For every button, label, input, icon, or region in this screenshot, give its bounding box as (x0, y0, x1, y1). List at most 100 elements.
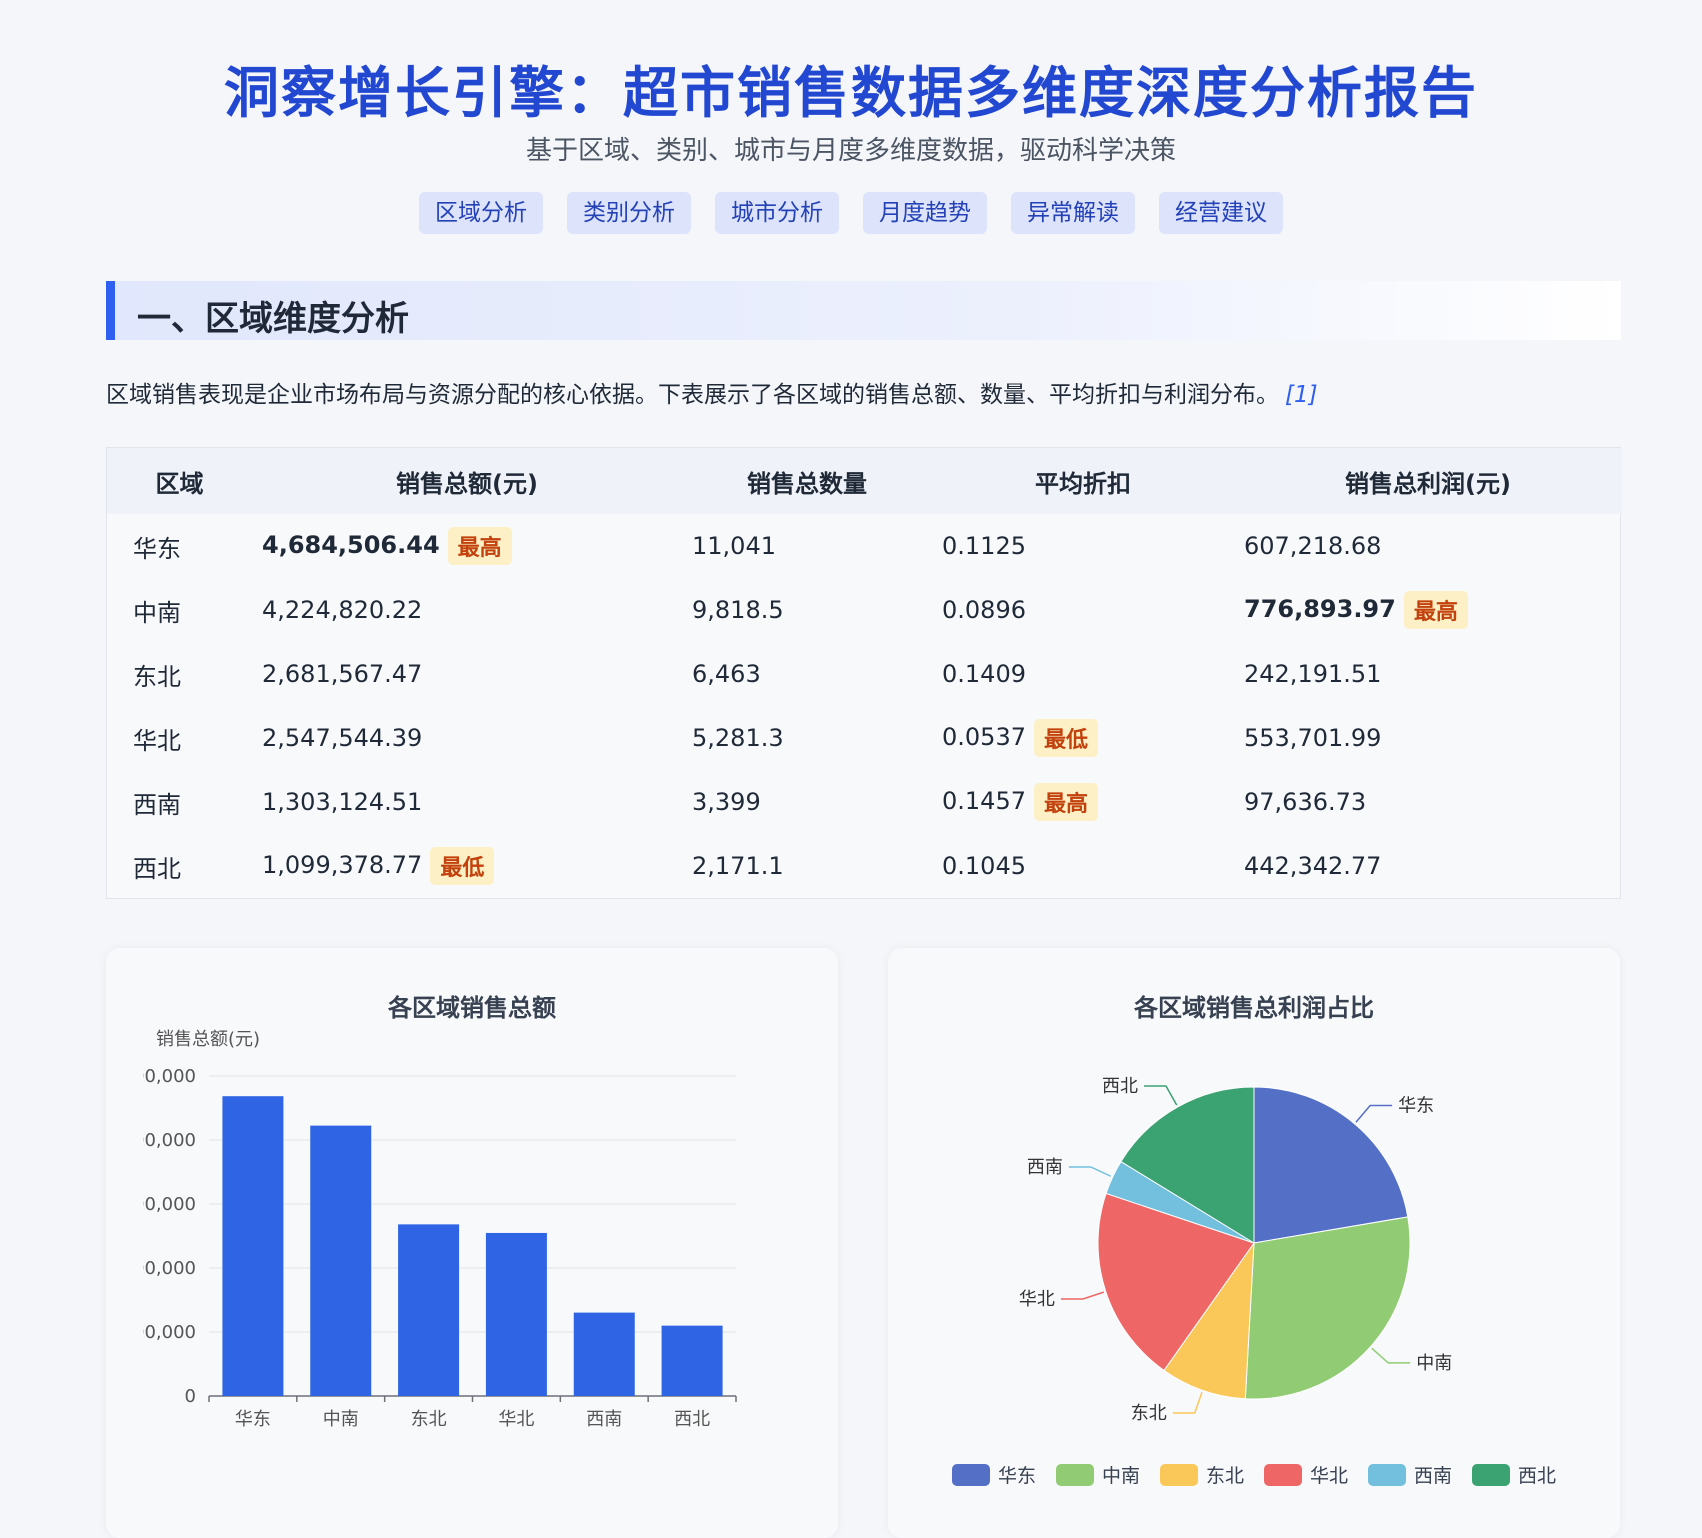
table-row: 中南 4,224,820.22 9,818.5 0.0896 776,893.97 最高 (107, 578, 1622, 642)
x-tick-label: 华北 (498, 1409, 534, 1430)
cell-value: 607,218.68 (1244, 532, 1382, 560)
table-cell: 华东 (107, 514, 252, 578)
page-subtitle: 基于区域、类别、城市与月度多维度数据，驱动科学决策 (525, 136, 1176, 166)
table-cell: 0.1457 最高 (932, 770, 1234, 834)
legend-item[interactable]: 华北 (1264, 1461, 1348, 1488)
sales-bar-chart-card: 各区域销售总额 销售总额(元) 0 00,000 00,000 00,000 00,000… (106, 948, 838, 1538)
intro-text: 区域销售表现是企业市场布局与资源分配的核心依据。下表展示了各区域的销售总额、数量… (106, 382, 1279, 408)
legend-item[interactable]: 西北 (1472, 1461, 1556, 1488)
bar[interactable] (573, 1312, 635, 1396)
table-cell: 0.0896 (932, 578, 1234, 642)
nav-tabs: 区域分析 类别分析 城市分析 月度趋势 异常解读 经营建议 (0, 192, 1702, 234)
table-cell: 1,303,124.51 (252, 770, 682, 834)
cell-value: 5,281.3 (692, 724, 784, 752)
tab-business-advice[interactable]: 经营建议 (1159, 192, 1283, 234)
table-cell: 0.1409 (932, 642, 1234, 706)
bar[interactable] (485, 1232, 547, 1396)
pie-slice[interactable] (1244, 1216, 1411, 1400)
table-cell: 1,099,378.77 最低 (252, 834, 682, 898)
cell-value: 242,191.51 (1244, 660, 1382, 688)
pie-label: 东北 (1131, 1403, 1167, 1424)
legend-label: 东北 (1205, 1465, 1244, 1487)
cell-value: 中南 (133, 598, 181, 627)
cell-value: 1,099,378.77 (262, 851, 423, 879)
x-tick-label: 华东 (235, 1409, 271, 1430)
legend-swatch (1472, 1463, 1511, 1486)
table-cell: 6,463 (682, 642, 932, 706)
table-cell: 2,681,567.47 (252, 642, 682, 706)
table-cell: 西南 (107, 770, 252, 834)
legend-swatch (1055, 1463, 1094, 1486)
cell-value: 华北 (133, 726, 181, 755)
cell-value: 西南 (133, 790, 181, 819)
cell-value: 2,681,567.47 (262, 660, 423, 688)
bar[interactable] (661, 1325, 723, 1396)
cell-value: 0.1457 (942, 787, 1026, 815)
cell-value: 东北 (133, 662, 181, 691)
table-cell: 0.1045 (932, 834, 1234, 898)
section-heading-text: 一、区域维度分析 (137, 299, 409, 339)
legend-item[interactable]: 东北 (1159, 1461, 1244, 1488)
table-header-row: 区域 销售总额(元) 销售总数量 平均折扣 销售总利润(元) (107, 448, 1622, 514)
table-cell: 607,218.68 (1234, 514, 1622, 578)
pie-label: 中南 (1416, 1353, 1452, 1374)
pie-legend: 华东 中南 东北 华北 西南 西北 (888, 1461, 1620, 1488)
bar[interactable] (398, 1224, 460, 1396)
table-cell: 东北 (107, 642, 252, 706)
table-cell: 4,224,820.22 (252, 578, 682, 642)
x-tick-label: 东北 (411, 1409, 447, 1430)
tab-category-analysis[interactable]: 类别分析 (567, 192, 691, 234)
bar[interactable] (310, 1125, 372, 1396)
report-page: 洞察增长引擎：超市销售数据多维度深度分析报告 基于区域、类别、城市与月度多维度数… (0, 0, 1702, 1538)
rank-badge: 最高 (1403, 591, 1468, 629)
pie-label-line (1143, 1085, 1178, 1106)
tab-region-analysis[interactable]: 区域分析 (419, 192, 543, 234)
bar[interactable] (222, 1096, 284, 1396)
tab-city-analysis[interactable]: 城市分析 (715, 192, 839, 234)
region-table: 区域 销售总额(元) 销售总数量 平均折扣 销售总利润(元) 华东 4,684,5… (106, 447, 1622, 899)
tab-monthly-trend[interactable]: 月度趋势 (863, 192, 987, 234)
page-title: 洞察增长引擎：超市销售数据多维度深度分析报告 (223, 61, 1478, 125)
tab-anomaly-insight[interactable]: 异常解读 (1011, 192, 1135, 234)
table-cell: 3,399 (682, 770, 932, 834)
profit-pie-chart: 华东中南东北 华北 西南 西北 (1019, 1076, 1452, 1424)
table-cell: 西北 (107, 834, 252, 898)
pie-label-line (1060, 1291, 1105, 1300)
legend-swatch (1159, 1463, 1198, 1486)
pie-label: 华北 (1019, 1289, 1055, 1310)
legend-label: 中南 (1101, 1465, 1140, 1487)
table-cell: 776,893.97 最高 (1234, 578, 1622, 642)
rank-badge: 最低 (430, 847, 495, 885)
rank-badge: 最高 (447, 527, 512, 565)
column-header: 销售总数量 (747, 469, 867, 498)
legend-item[interactable]: 西南 (1368, 1461, 1452, 1488)
legend-label: 西北 (1518, 1465, 1557, 1487)
table-cell: 0.1125 (932, 514, 1234, 578)
pie-label-line (1355, 1104, 1393, 1123)
cell-value: 6,463 (692, 660, 761, 688)
cell-value: 0.1125 (942, 532, 1026, 560)
pie-label-line (1371, 1347, 1411, 1364)
cell-value: 776,893.97 (1244, 595, 1396, 623)
cell-value: 西北 (133, 854, 181, 883)
cell-value: 0.1045 (942, 852, 1026, 880)
column-header: 销售总利润(元) (1345, 469, 1511, 498)
section-heading-region: 一、区域维度分析 (106, 281, 1621, 340)
pie-slice[interactable] (1253, 1086, 1409, 1244)
cell-value: 0.0537 (942, 723, 1026, 751)
legend-label: 华北 (1310, 1465, 1349, 1487)
rank-badge: 最高 (1033, 783, 1098, 821)
table-row: 东北 2,681,567.47 6,463 0.1409 242,191.51 (107, 642, 1622, 706)
column-header: 区域 (155, 469, 204, 498)
pie-label-line (1068, 1166, 1112, 1177)
citation-link[interactable]: [1] (1285, 382, 1318, 408)
table-cell: 9,818.5 (682, 578, 932, 642)
cell-value: 97,636.73 (1244, 788, 1367, 816)
table-row: 西北 1,099,378.77 最低 2,171.1 0.1045 442,342.77 (107, 834, 1622, 898)
y-tick-label: 0 (185, 1386, 196, 1407)
legend-item[interactable]: 中南 (1055, 1461, 1140, 1488)
cell-value: 553,701.99 (1244, 724, 1382, 752)
legend-item[interactable]: 华东 (951, 1461, 1036, 1488)
x-tick-label: 西北 (674, 1409, 710, 1430)
table-cell: 242,191.51 (1234, 642, 1622, 706)
